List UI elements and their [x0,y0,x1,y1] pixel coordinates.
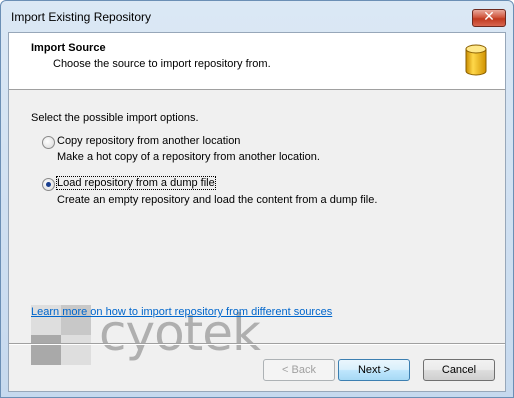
window-title: Import Existing Repository [11,10,152,24]
close-button[interactable]: ✕ [472,9,506,27]
options-prompt: Select the possible import options. [31,112,199,124]
page-title: Import Source [31,42,106,54]
title-bar[interactable]: Import Existing Repository ✕ [1,1,513,31]
back-button[interactable]: < Back [263,359,335,381]
wizard-header: Import Source Choose the source to impor… [9,33,505,90]
dialog-client-area: Import Source Choose the source to impor… [8,32,506,392]
footer-separator [9,343,505,345]
next-button[interactable]: Next > [338,359,410,381]
help-link[interactable]: Learn more on how to import repository f… [31,306,332,318]
option-load-description: Create an empty repository and load the … [57,194,378,206]
close-icon: ✕ [483,9,495,25]
radio-load-dump[interactable] [42,178,55,191]
watermark-logo-square [61,335,91,365]
cancel-button[interactable]: Cancel [423,359,495,381]
page-subtitle: Choose the source to import repository f… [53,58,271,70]
radio-copy-repository[interactable] [42,136,55,149]
dialog-window: Import Existing Repository ✕ Import Sour… [0,0,514,398]
option-load-label[interactable]: Load repository from a dump file [56,176,216,190]
option-copy-label[interactable]: Copy repository from another location [57,135,240,147]
database-icon [465,44,487,76]
watermark-logo-square [31,335,61,365]
option-copy-description: Make a hot copy of a repository from ano… [57,151,320,163]
